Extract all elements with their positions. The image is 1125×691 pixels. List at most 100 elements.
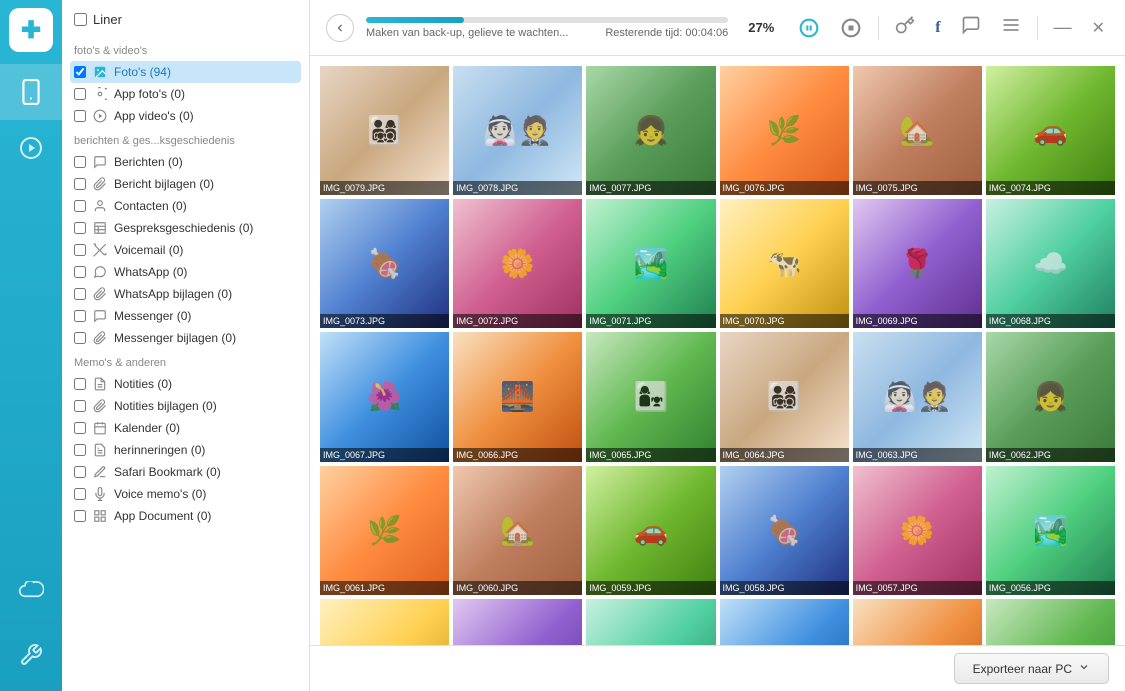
tree-item-fotos[interactable]: Foto's (94) (70, 61, 301, 83)
tree-item-app-fotos[interactable]: App foto's (0) (70, 83, 301, 105)
pause-button[interactable] (794, 13, 824, 43)
fotos-checkbox[interactable] (74, 66, 86, 78)
messenger-bijlagen-checkbox[interactable] (74, 332, 86, 344)
tree-item-voicemail[interactable]: Voicemail (0) (70, 239, 301, 261)
section-label-memo: Memo's & anderen (70, 349, 301, 373)
photo-cell[interactable]: 🌺IMG_0067.JPG (320, 332, 449, 461)
export-button[interactable]: Exporteer naar PC (954, 653, 1109, 684)
nav-music[interactable] (0, 120, 62, 176)
app-fotos-icon (92, 86, 108, 102)
photo-label: IMG_0075.JPG (853, 181, 982, 195)
photo-label: IMG_0059.JPG (586, 581, 715, 595)
app-document-checkbox[interactable] (74, 510, 86, 522)
voice-memo-checkbox[interactable] (74, 488, 86, 500)
kalender-label: Kalender (0) (114, 421, 297, 435)
photo-cell[interactable]: 👩‍👧IMG_0050.JPG (986, 599, 1115, 645)
contacten-checkbox[interactable] (74, 200, 86, 212)
photo-cell[interactable]: 🍖IMG_0073.JPG (320, 199, 449, 328)
photo-cell[interactable]: 👨‍👩‍👧‍👦IMG_0079.JPG (320, 66, 449, 195)
photo-cell[interactable]: 🏞️IMG_0071.JPG (586, 199, 715, 328)
herinneringen-label: herinneringen (0) (114, 443, 297, 457)
bottom-bar: Exporteer naar PC (310, 645, 1125, 691)
tree-item-notities-bijlagen[interactable]: Notities bijlagen (0) (70, 395, 301, 417)
photo-cell[interactable]: 🚗IMG_0059.JPG (586, 466, 715, 595)
minimize-button[interactable]: — (1050, 13, 1076, 42)
whatsapp-bijlagen-checkbox[interactable] (74, 288, 86, 300)
tree-item-app-videos[interactable]: App video's (0) (70, 105, 301, 127)
tree-item-kalender[interactable]: Kalender (0) (70, 417, 301, 439)
photo-cell[interactable]: 🌺IMG_0052.JPG (720, 599, 849, 645)
photo-cell[interactable]: 🌿IMG_0061.JPG (320, 466, 449, 595)
header-checkbox[interactable] (74, 13, 87, 26)
menu-button[interactable] (997, 11, 1025, 44)
safari-icon (92, 464, 108, 480)
photo-grid-container[interactable]: 👨‍👩‍👧‍👦IMG_0079.JPG👰🏻🤵IMG_0078.JPG👧IMG_0… (310, 56, 1125, 645)
app-videos-label: App video's (0) (114, 109, 297, 123)
export-dropdown-arrow (1078, 661, 1090, 676)
tree-item-bericht-bijlagen[interactable]: Bericht bijlagen (0) (70, 173, 301, 195)
berichten-checkbox[interactable] (74, 156, 86, 168)
photo-cell[interactable]: 🌹IMG_0054.JPG (453, 599, 582, 645)
photo-cell[interactable]: 🍖IMG_0058.JPG (720, 466, 849, 595)
photo-cell[interactable]: 🏡IMG_0060.JPG (453, 466, 582, 595)
photo-cell[interactable]: 🐄IMG_0055.JPG (320, 599, 449, 645)
photo-cell[interactable]: 🌼IMG_0057.JPG (853, 466, 982, 595)
photo-cell[interactable]: 🌉IMG_0051.JPG (853, 599, 982, 645)
photo-cell[interactable]: 👧IMG_0077.JPG (586, 66, 715, 195)
tree-item-gespreks[interactable]: Gespreksgeschiedenis (0) (70, 217, 301, 239)
photo-cell[interactable]: 🌉IMG_0066.JPG (453, 332, 582, 461)
chat-button[interactable] (957, 11, 985, 44)
photo-cell[interactable]: ☁️IMG_0068.JPG (986, 199, 1115, 328)
tree-item-whatsapp-bijlagen[interactable]: WhatsApp bijlagen (0) (70, 283, 301, 305)
photo-cell[interactable]: 🚗IMG_0074.JPG (986, 66, 1115, 195)
photo-label: IMG_0072.JPG (453, 314, 582, 328)
notities-bijlagen-checkbox[interactable] (74, 400, 86, 412)
stop-button[interactable] (836, 13, 866, 43)
photo-cell[interactable]: 🏞️IMG_0056.JPG (986, 466, 1115, 595)
photo-cell[interactable]: 🏡IMG_0075.JPG (853, 66, 982, 195)
tree-item-berichten[interactable]: Berichten (0) (70, 151, 301, 173)
photo-cell[interactable]: 🌼IMG_0072.JPG (453, 199, 582, 328)
photo-label: IMG_0076.JPG (720, 181, 849, 195)
tree-item-messenger-bijlagen[interactable]: Messenger bijlagen (0) (70, 327, 301, 349)
tree-item-voice-memo[interactable]: Voice memo's (0) (70, 483, 301, 505)
tree-item-notities[interactable]: Notities (0) (70, 373, 301, 395)
app-fotos-checkbox[interactable] (74, 88, 86, 100)
tree-item-app-document[interactable]: App Document (0) (70, 505, 301, 527)
tree-item-messenger[interactable]: Messenger (0) (70, 305, 301, 327)
nav-cloud[interactable] (0, 563, 62, 619)
photo-cell[interactable]: 🐄IMG_0070.JPG (720, 199, 849, 328)
photo-cell[interactable]: 👨‍👩‍👧‍👦IMG_0064.JPG (720, 332, 849, 461)
nav-tools[interactable] (0, 627, 62, 683)
photo-cell[interactable]: 👰🏻🤵IMG_0063.JPG (853, 332, 982, 461)
photo-cell[interactable]: ☁️IMG_0053.JPG (586, 599, 715, 645)
photo-cell[interactable]: 🌿IMG_0076.JPG (720, 66, 849, 195)
key-button[interactable] (891, 11, 919, 44)
facebook-button[interactable]: f (931, 15, 944, 41)
voicemail-checkbox[interactable] (74, 244, 86, 256)
tree-header: Liner (70, 12, 301, 27)
tree-item-herinneringen[interactable]: herinneringen (0) (70, 439, 301, 461)
photo-label: IMG_0077.JPG (586, 181, 715, 195)
photo-cell[interactable]: 🌹IMG_0069.JPG (853, 199, 982, 328)
notities-checkbox[interactable] (74, 378, 86, 390)
app-videos-checkbox[interactable] (74, 110, 86, 122)
tree-item-safari[interactable]: Safari Bookmark (0) (70, 461, 301, 483)
photo-cell[interactable]: 👩‍👧IMG_0065.JPG (586, 332, 715, 461)
safari-checkbox[interactable] (74, 466, 86, 478)
herinneringen-checkbox[interactable] (74, 444, 86, 456)
back-button[interactable] (326, 14, 354, 42)
bericht-bijlagen-checkbox[interactable] (74, 178, 86, 190)
tree-item-contacten[interactable]: Contacten (0) (70, 195, 301, 217)
notities-bijlagen-label: Notities bijlagen (0) (114, 399, 297, 413)
whatsapp-checkbox[interactable] (74, 266, 86, 278)
messenger-checkbox[interactable] (74, 310, 86, 322)
tree-item-whatsapp[interactable]: WhatsApp (0) (70, 261, 301, 283)
bericht-bijlagen-icon (92, 176, 108, 192)
kalender-checkbox[interactable] (74, 422, 86, 434)
gespreks-checkbox[interactable] (74, 222, 86, 234)
photo-cell[interactable]: 👧IMG_0062.JPG (986, 332, 1115, 461)
close-button[interactable]: ✕ (1088, 14, 1109, 42)
photo-cell[interactable]: 👰🏻🤵IMG_0078.JPG (453, 66, 582, 195)
nav-device[interactable] (0, 64, 62, 120)
